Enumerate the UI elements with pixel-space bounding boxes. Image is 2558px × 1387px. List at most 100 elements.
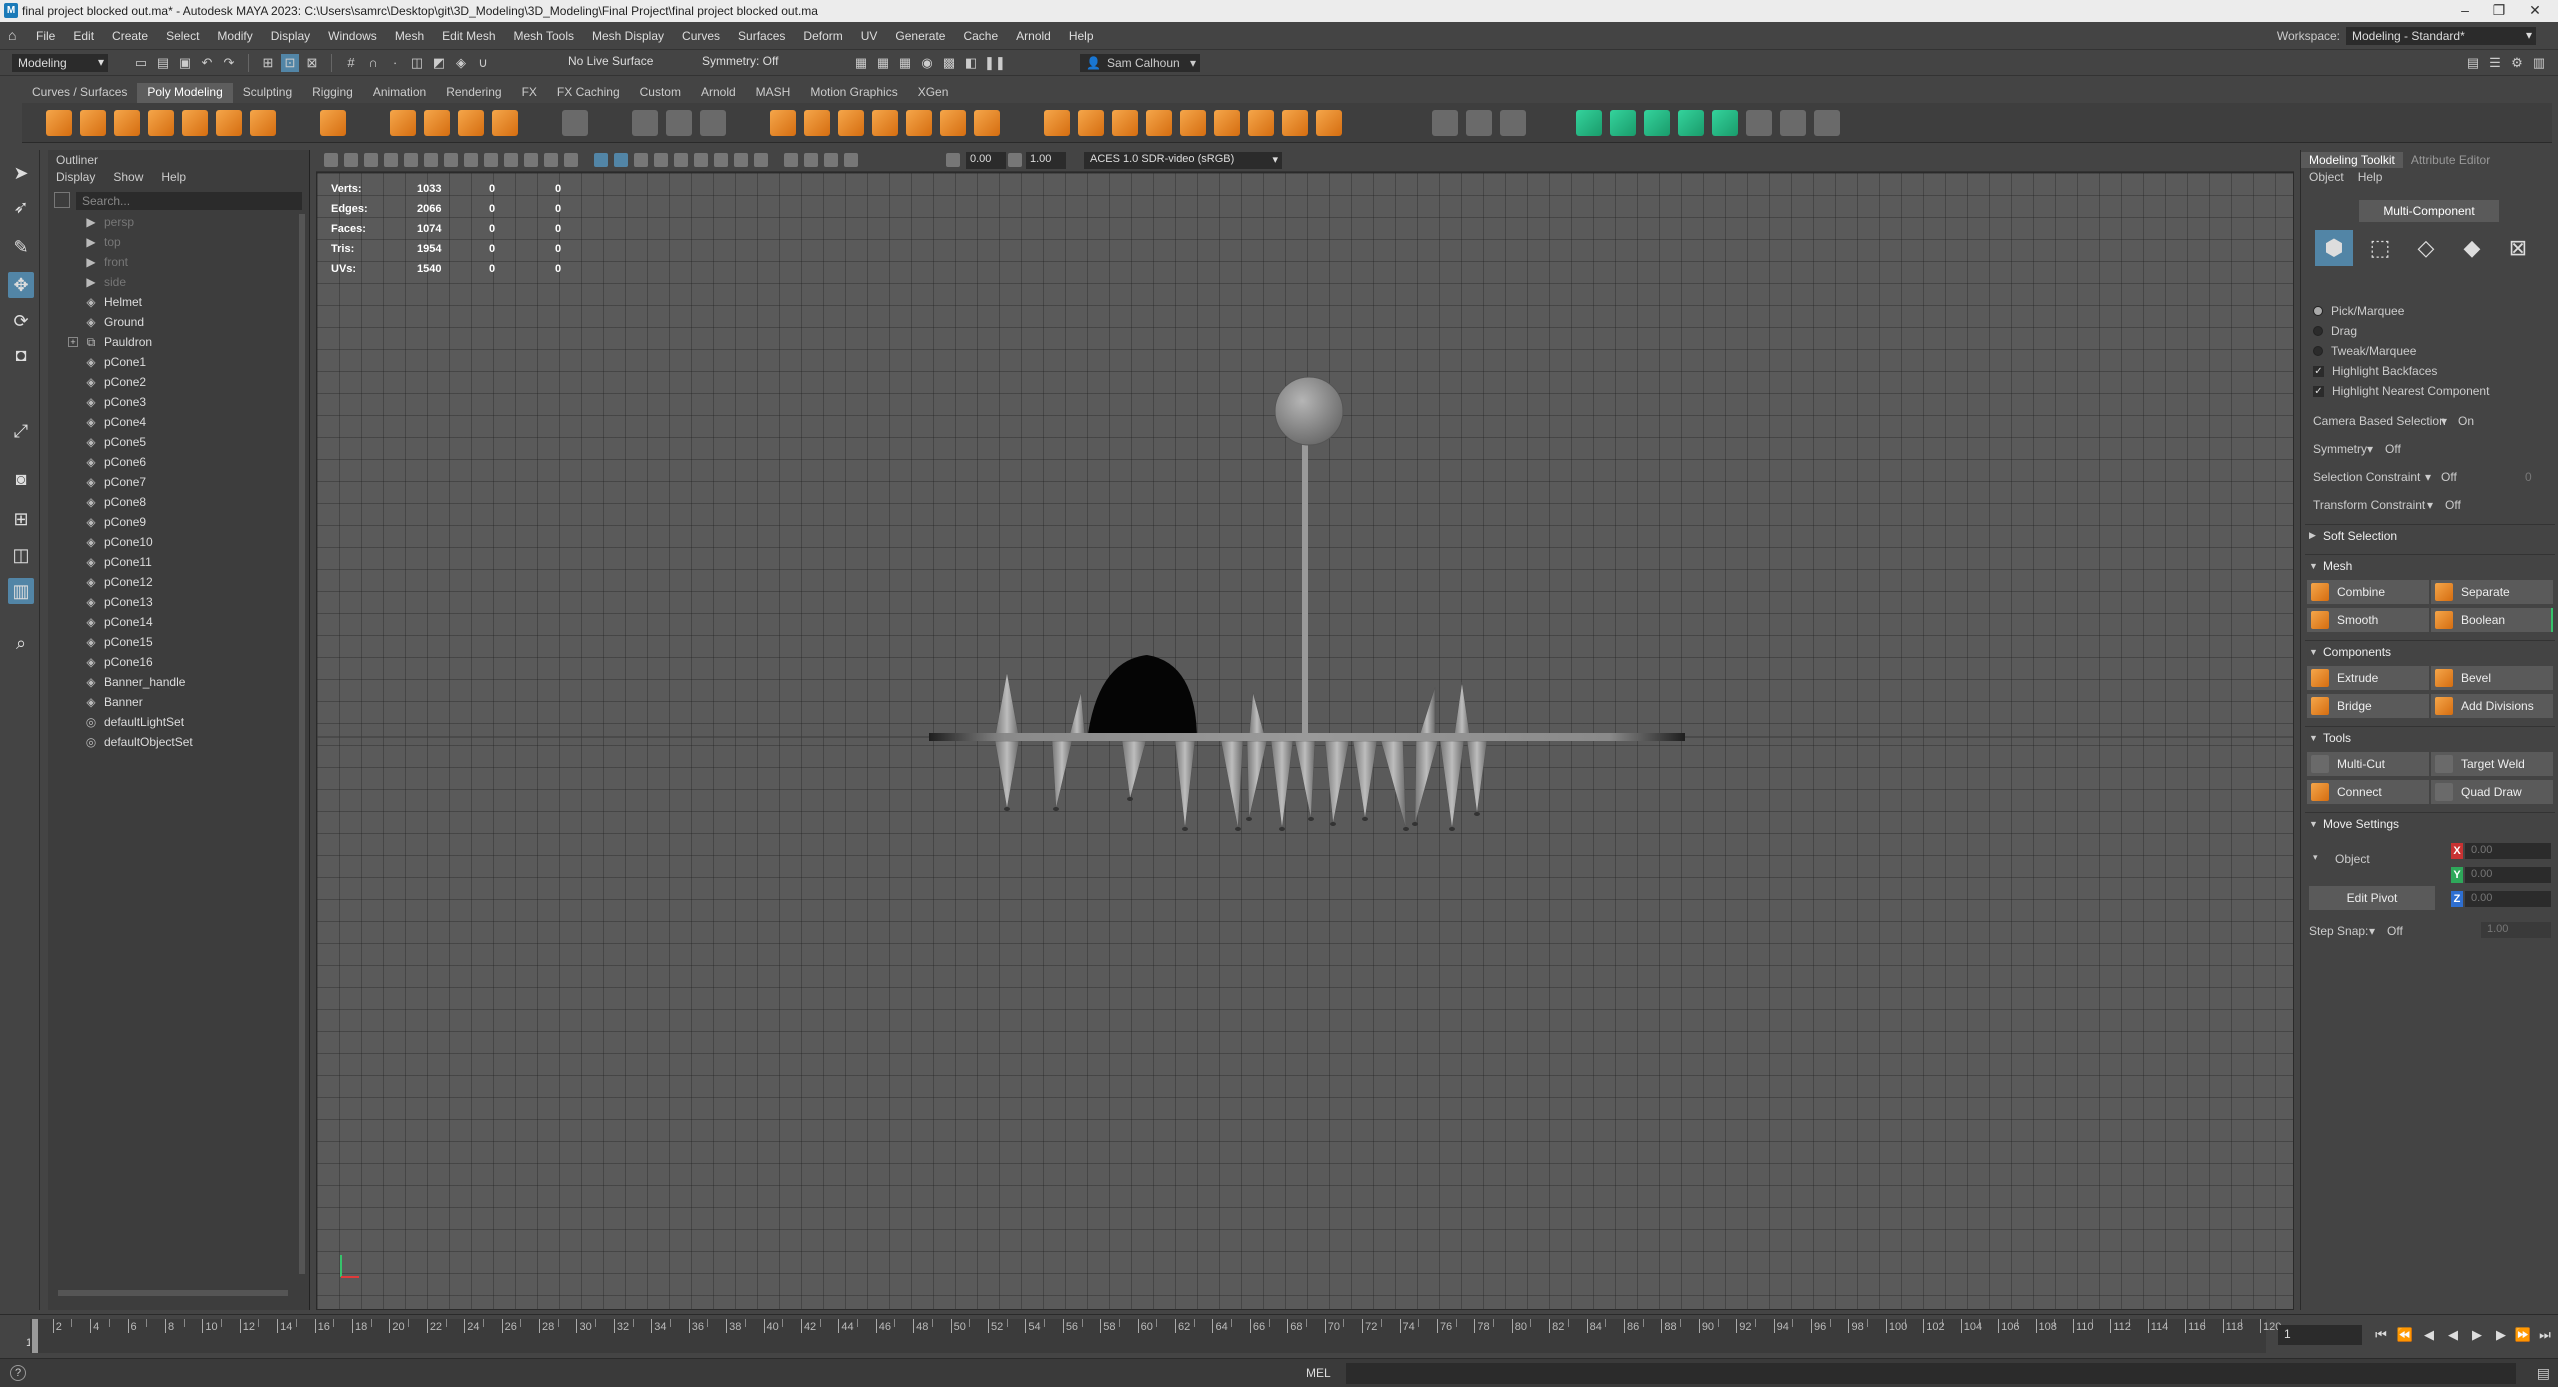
select-component-icon[interactable]: ⊠: [303, 54, 321, 72]
shadows-icon[interactable]: [694, 153, 708, 167]
playhead[interactable]: [32, 1319, 38, 1353]
unfold-icon[interactable]: [1576, 110, 1602, 136]
3d-viewport[interactable]: Verts: 1033 0 0 Edges: 2066 0 0 Faces: 1074 0 0 Tris…: [316, 172, 2294, 1310]
components-section[interactable]: ▼ Components: [2305, 640, 2555, 662]
shelf-tab-fx[interactable]: FX: [512, 83, 547, 103]
outliner-item[interactable]: ◈ pCone16: [48, 652, 298, 672]
outliner-item[interactable]: ◈ pCone8: [48, 492, 298, 512]
insert-edge-loop-icon[interactable]: [1466, 110, 1492, 136]
move-z-field[interactable]: Z 0.00: [2451, 890, 2551, 908]
outliner-item[interactable]: ◈ pCone1: [48, 352, 298, 372]
outliner-item[interactable]: ◈ pCone5: [48, 432, 298, 452]
chevron-down-icon[interactable]: ▾: [2441, 414, 2447, 428]
quad-draw-button[interactable]: Quad Draw: [2431, 780, 2553, 804]
chevron-down-icon[interactable]: ▾: [2313, 852, 2318, 863]
cut-uv-icon[interactable]: [1644, 110, 1670, 136]
outliner-item[interactable]: ◈ Ground: [48, 312, 298, 332]
menu-deform[interactable]: Deform: [803, 29, 842, 43]
bridge-icon[interactable]: [1078, 110, 1104, 136]
gamma-field[interactable]: 1.00: [1026, 152, 1066, 169]
cone-mesh[interactable]: [1324, 740, 1350, 825]
outliner-item[interactable]: ◎ defaultObjectSet: [48, 732, 298, 752]
open-scene-icon[interactable]: ▤: [154, 54, 172, 72]
shelf-tab-motion-graphics[interactable]: Motion Graphics: [800, 83, 907, 103]
menu-curves[interactable]: Curves: [682, 29, 720, 43]
shelf-tab-rigging[interactable]: Rigging: [302, 83, 363, 103]
outliner-item[interactable]: ◈ pCone2: [48, 372, 298, 392]
cone-mesh[interactable]: [1270, 740, 1294, 830]
layout-uv-icon[interactable]: [1610, 110, 1636, 136]
menu-edit-mesh[interactable]: Edit Mesh: [442, 29, 495, 43]
smooth-button[interactable]: Smooth: [2307, 608, 2429, 632]
ambient-occlusion-icon[interactable]: [714, 153, 728, 167]
uv-editor-icon[interactable]: [562, 110, 588, 136]
attribute-editor-toggle-icon[interactable]: ☰: [2486, 54, 2504, 72]
tools-section[interactable]: ▼ Tools: [2305, 726, 2555, 748]
channel-box-toggle-icon[interactable]: ▥: [2530, 54, 2548, 72]
camera-based-selection-value[interactable]: On: [2458, 414, 2474, 428]
colorspace-dropdown[interactable]: ACES 1.0 SDR-video (sRGB) ▾: [1084, 152, 1282, 169]
multi-component-button[interactable]: Multi-Component: [2359, 200, 2499, 222]
merge-icon[interactable]: [1180, 110, 1206, 136]
outliner-item[interactable]: ◈ pCone11: [48, 552, 298, 572]
outliner-item[interactable]: ▶ persp: [48, 212, 298, 232]
script-editor-icon[interactable]: ▤: [2537, 1365, 2550, 1382]
cone-mesh[interactable]: [1068, 691, 1086, 738]
select-object-icon[interactable]: ⊡: [281, 54, 299, 72]
outliner-vertical-scrollbar[interactable]: [299, 214, 305, 1274]
isolate-select-icon[interactable]: [784, 153, 798, 167]
tab-modeling-toolkit[interactable]: Modeling Toolkit: [2301, 152, 2403, 168]
render-settings-icon[interactable]: ▦: [896, 54, 914, 72]
add-divisions-button[interactable]: Add Divisions: [2431, 694, 2553, 718]
shelf-tab-animation[interactable]: Animation: [363, 83, 436, 103]
bridge-button[interactable]: Bridge: [2307, 694, 2429, 718]
outliner-item[interactable]: ◈ pCone15: [48, 632, 298, 652]
search-filter-toggle[interactable]: [54, 192, 70, 208]
extract-icon[interactable]: [838, 110, 864, 136]
home-icon[interactable]: ⌂: [8, 28, 22, 42]
face-mode-icon[interactable]: ◆: [2453, 230, 2491, 266]
menu-arnold[interactable]: Arnold: [1016, 29, 1051, 43]
outliner-item[interactable]: ◈ pCone10: [48, 532, 298, 552]
cone-mesh[interactable]: [994, 671, 1020, 738]
step-back-frame-icon[interactable]: ◀︎: [2418, 1325, 2440, 1345]
camera-attributes-icon[interactable]: [344, 153, 358, 167]
boolean-button[interactable]: Boolean: [2431, 608, 2553, 632]
outliner-item[interactable]: ◈ pCone9: [48, 512, 298, 532]
outliner-item[interactable]: ◈ Helmet: [48, 292, 298, 312]
separate-icon[interactable]: [804, 110, 830, 136]
workspace-dropdown[interactable]: Modeling - Standard*: [2346, 27, 2536, 45]
outliner-menu-help[interactable]: Help: [161, 170, 186, 184]
svg-icon[interactable]: [492, 110, 518, 136]
chevron-down-icon[interactable]: ▾: [2427, 498, 2433, 512]
xray-icon[interactable]: [804, 153, 818, 167]
menu-modify[interactable]: Modify: [217, 29, 252, 43]
menu-help[interactable]: Help: [1069, 29, 1094, 43]
connect-button[interactable]: Connect: [2307, 780, 2429, 804]
move-settings-section[interactable]: ▼ Move Settings: [2305, 812, 2555, 834]
highlight-nearest-checkbox[interactable]: ✓ Highlight Nearest Component: [2313, 382, 2489, 400]
move-sew-uv-icon[interactable]: [1712, 110, 1738, 136]
poly-sphere-icon[interactable]: [46, 110, 72, 136]
menu-surfaces[interactable]: Surfaces: [738, 29, 785, 43]
outliner-item[interactable]: ◎ defaultLightSet: [48, 712, 298, 732]
pick-marquee-radio[interactable]: Pick/Marquee: [2313, 302, 2404, 320]
anti-alias-icon[interactable]: [754, 153, 768, 167]
combine-button[interactable]: Combine: [2307, 580, 2429, 604]
outliner-item[interactable]: ▶ top: [48, 232, 298, 252]
tool-settings-toggle-icon[interactable]: ⚙: [2508, 54, 2526, 72]
uv-mode-icon[interactable]: ⊠: [2499, 230, 2537, 266]
minimize-icon[interactable]: –: [2450, 2, 2480, 18]
grid-icon[interactable]: [444, 153, 458, 167]
outliner-item[interactable]: ◈ pCone12: [48, 572, 298, 592]
undo-icon[interactable]: ↶: [198, 54, 216, 72]
outliner-item[interactable]: ◈ pCone6: [48, 452, 298, 472]
mirror-icon[interactable]: [940, 110, 966, 136]
highlight-backfaces-checkbox[interactable]: ✓ Highlight Backfaces: [2313, 362, 2437, 380]
shelf-tab-curves-surfaces[interactable]: Curves / Surfaces: [22, 83, 137, 103]
shelf-tab-rendering[interactable]: Rendering: [436, 83, 511, 103]
save-scene-icon[interactable]: ▣: [176, 54, 194, 72]
helmet-mesh[interactable]: [1274, 376, 1344, 446]
go-to-end-icon[interactable]: ⏭: [2534, 1325, 2556, 1345]
backface-cull-icon[interactable]: [844, 153, 858, 167]
